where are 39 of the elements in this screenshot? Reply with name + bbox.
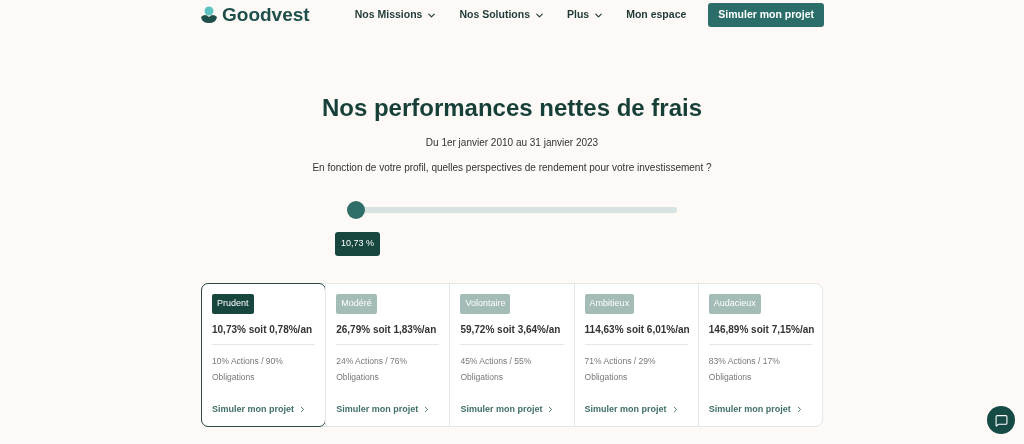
performance-text: 26,79% soit 1,83%/an [336, 323, 438, 337]
profile-card[interactable]: Ambitieux 114,63% soit 6,01%/an 71% Actions / 29% Obligations Simuler mon projet [573, 284, 698, 426]
simulate-link[interactable]: Simuler mon projet [336, 402, 440, 416]
allocation-text: 10% Actions / 90% Obligations [212, 355, 284, 384]
allocation-text: 71% Actions / 29% Obligations [584, 355, 657, 384]
profile-badge: Volontaire [460, 294, 511, 314]
logo-text[interactable]: Goodvest [222, 0, 310, 30]
performance-text: 114,63% soit 6,01%/an [584, 323, 688, 337]
chevron-right-icon [298, 404, 307, 414]
simulate-button[interactable]: Simuler mon projet [708, 3, 824, 27]
logo-icon [200, 6, 218, 24]
performance-text: 59,72% soit 3,64%/an [460, 323, 562, 337]
nav-link[interactable]: Mon espace [626, 7, 687, 23]
slider-value-tooltip: 10,73 % [335, 232, 381, 256]
nav-link[interactable]: Nos Solutions [459, 7, 545, 23]
allocation-text: 83% Actions / 17% Obligations [708, 355, 781, 384]
simulate-link[interactable]: Simuler mon projet [708, 402, 812, 416]
period-text: Du 1er janvier 2010 au 31 janvier 2023 [425, 136, 599, 150]
chat-button[interactable] [987, 406, 1015, 434]
profile-card[interactable]: Modéré 26,79% soit 1,83%/an 24% Actions / 76% Obligations Simuler mon projet [325, 284, 450, 426]
simulate-link[interactable]: Simuler mon projet [584, 402, 688, 416]
chat-icon [994, 413, 1008, 427]
profile-badge: Ambitieux [584, 294, 635, 314]
nav-link[interactable]: Plus [567, 7, 605, 23]
simulate-link[interactable]: Simuler mon projet [212, 402, 316, 416]
slider-thumb[interactable] [347, 201, 365, 219]
performance-text: 10,73% soit 0,78%/an [212, 323, 314, 337]
simulate-link[interactable]: Simuler mon projet [460, 402, 564, 416]
question-text: En fonction de votre profil, quelles perspectives de rendement pour votre investissement ? [312, 161, 712, 175]
profile-badge: Prudent [212, 294, 254, 314]
allocation-text: 45% Actions / 55% Obligations [460, 355, 533, 384]
allocation-text: 24% Actions / 76% Obligations [336, 355, 409, 384]
section-title: Nos performances nettes de frais [321, 93, 703, 123]
profile-badge: Modéré [336, 294, 377, 314]
profile-card[interactable]: Volontaire 59,72% soit 3,64%/an 45% Actions / 55% Obligations Simuler mon projet [449, 284, 574, 426]
nav-link[interactable]: Nos Missions [354, 7, 438, 23]
performance-text: 146,89% soit 7,15%/an [708, 323, 812, 337]
profile-card[interactable]: Audacieux 146,89% soit 7,15%/an 83% Actions / 17% Obligations Simuler mon projet [697, 284, 822, 426]
profile-badge: Audacieux [708, 294, 761, 314]
